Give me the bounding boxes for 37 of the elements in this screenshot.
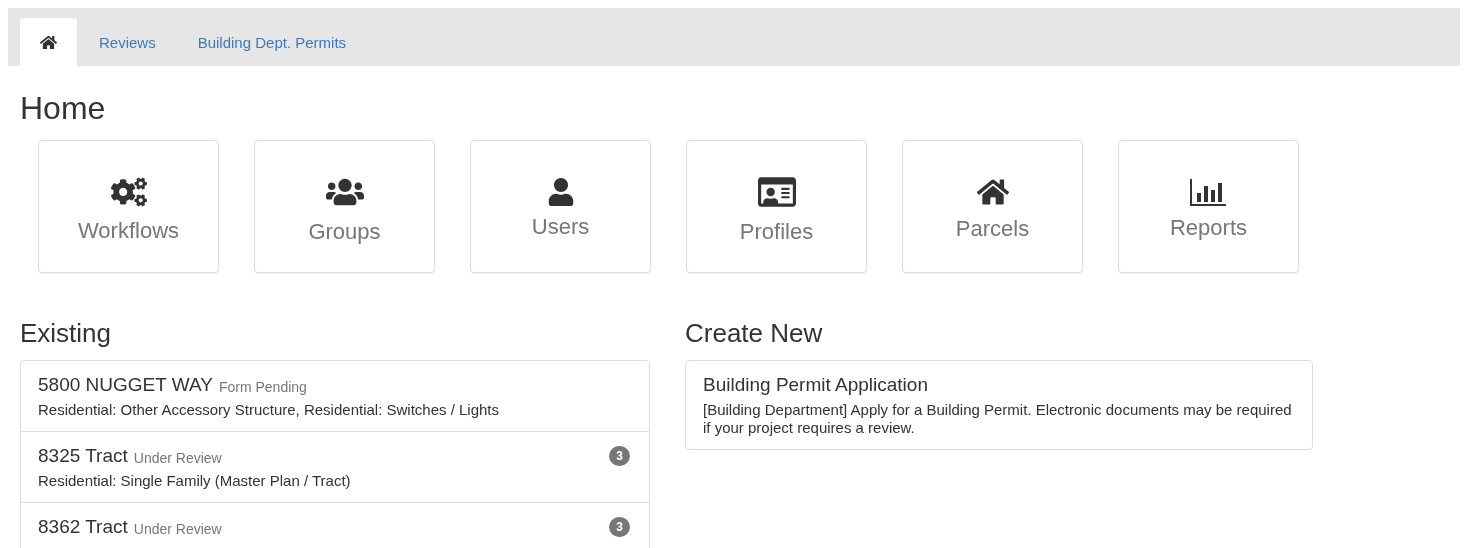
- user-icon: [546, 177, 575, 206]
- list-item[interactable]: 8325 Tract Under Review 3 Residential: Single Family (Master Plan / Tract): [21, 431, 649, 502]
- tile-label: Users: [531, 213, 590, 240]
- list-item[interactable]: Building Permit Application [Building Department] Apply for a Building Permit. Electronic documents may be required if your project requires a review.: [686, 361, 1312, 449]
- home-icon: [40, 33, 57, 51]
- item-status: Under Review: [133, 450, 222, 466]
- page-title: Home: [20, 90, 107, 126]
- home-tab[interactable]: [20, 18, 77, 66]
- tile-label: Groups: [308, 218, 381, 245]
- list-item[interactable]: 5800 NUGGET WAY Form Pending Residential: Other Accessory Structure, Residential: Switches / Lights: [21, 361, 649, 431]
- nav-tile[interactable]: Workflows: [38, 140, 219, 273]
- list-item[interactable]: 8362 Tract Under Review 3: [21, 502, 649, 548]
- nav-tab[interactable]: Reviews: [79, 18, 176, 66]
- tile-label: Profiles: [739, 218, 814, 245]
- item-title: 8325 Tract: [38, 444, 128, 468]
- section-heading: Create New: [685, 319, 824, 347]
- item-description: Residential: Single Family (Master Plan / Tract): [38, 472, 352, 490]
- nav-tab[interactable]: Building Dept. Permits: [177, 18, 367, 66]
- item-title: 5800 NUGGET WAY: [38, 373, 213, 397]
- item-description: Residential: Other Accessory Structure, Residential: Switches / Lights: [38, 401, 501, 419]
- item-status: Under Review: [133, 521, 222, 537]
- nav-tile[interactable]: Groups: [254, 140, 435, 273]
- nav-tile[interactable]: Parcels: [902, 140, 1083, 273]
- tile-label: Workflows: [77, 217, 180, 244]
- item-status: Form Pending: [218, 379, 307, 395]
- tile-label: Reports: [1169, 214, 1247, 241]
- count-badge: 3: [609, 517, 630, 537]
- item-title: 8362 Tract: [38, 515, 128, 539]
- nav-tile[interactable]: Reports: [1118, 140, 1299, 273]
- nav-tile[interactable]: Users: [470, 140, 651, 273]
- bar-chart-icon: [1189, 176, 1228, 207]
- section-heading: Existing: [20, 319, 113, 347]
- nav-tile[interactable]: Profiles: [686, 140, 867, 273]
- item-description: [Building Department] Apply for a Building Permit. Electronic documents may be required if your project requires a review.: [703, 401, 1293, 437]
- item-title: Building Permit Application: [703, 373, 928, 397]
- count-badge: 3: [609, 446, 630, 466]
- tile-label: Parcels: [955, 215, 1030, 242]
